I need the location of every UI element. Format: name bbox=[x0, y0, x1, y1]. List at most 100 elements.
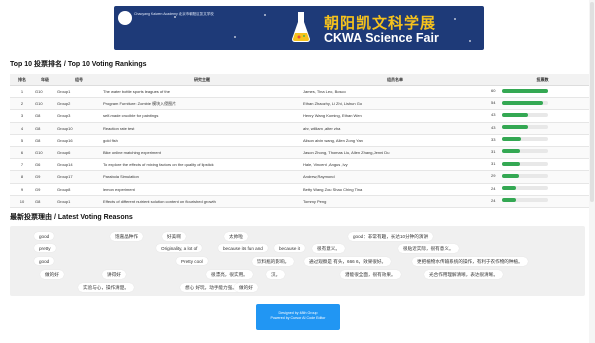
reason-tag: good bbox=[34, 257, 55, 265]
reason-tag: 实验与心，操作清楚。 bbox=[78, 283, 134, 292]
vote-bar-track bbox=[502, 198, 548, 203]
vote-bar-track bbox=[502, 173, 548, 178]
reason-tag: 做的好 bbox=[40, 270, 64, 279]
cell-grade: G8 bbox=[34, 134, 56, 147]
reason-tag: Pretty cool bbox=[176, 257, 208, 265]
cell-topic: Effects of different nutrient solution c… bbox=[102, 195, 302, 208]
reason-tag: 想心 好玩，动手能力强。 bbox=[180, 283, 242, 292]
table-row: 2 G10 Group2 Program Furniture: Zombie 模块入侵… bbox=[10, 97, 595, 111]
cell-grade: G6 bbox=[34, 158, 56, 172]
cell-rank: 8 bbox=[10, 170, 34, 184]
reason-tag: 光合作用理解清晰，表达很清晰。 bbox=[424, 270, 503, 279]
vote-bar-track bbox=[502, 186, 548, 190]
cell-members: ahr, william ,alter zha bbox=[302, 122, 488, 135]
cell-group: Group8 bbox=[56, 183, 102, 196]
cell-rank: 1 bbox=[10, 85, 34, 99]
cell-grade: G9 bbox=[34, 183, 56, 196]
cell-group: Group2 bbox=[56, 97, 102, 111]
cell-votes: 43 bbox=[488, 109, 595, 123]
table-row: 3 G8 Group3 self-made crucible for painting… bbox=[10, 109, 595, 123]
header-topic: 研究主题 bbox=[102, 74, 302, 86]
header-rank: 排名 bbox=[10, 74, 34, 86]
cell-group: Group14 bbox=[56, 158, 102, 172]
cell-grade: G8 bbox=[34, 195, 56, 208]
reason-tag: 讲得好 bbox=[102, 270, 126, 279]
vote-bar-fill bbox=[502, 186, 516, 190]
vote-count: 43 bbox=[491, 124, 496, 130]
cell-group: Group16 bbox=[56, 134, 102, 147]
vote-count: 24 bbox=[491, 197, 496, 203]
reason-tag: good：非常有趣，长达10分钟的演讲 bbox=[348, 232, 434, 241]
reason-tag: pretty bbox=[34, 244, 56, 252]
vote-bar-fill bbox=[502, 88, 548, 93]
cell-grade: G9 bbox=[34, 170, 56, 184]
cell-topic: The water bottle sports leagues of the bbox=[102, 85, 302, 99]
cell-grade: G8 bbox=[34, 109, 56, 123]
cell-members: Alison alvin wang, Allen Zong Yan bbox=[302, 134, 488, 147]
table-row: 6 G10 Group6 Bike online matching experimen… bbox=[10, 146, 595, 160]
reason-tag: because its fun and bbox=[218, 244, 268, 252]
reason-tag: 通过观察是 有头，666 6，效果很好。 bbox=[304, 257, 392, 266]
vote-bar-fill bbox=[502, 125, 528, 130]
reason-tag: 更把植物水传输系统的操作，有利于农作物的种植。 bbox=[412, 257, 528, 266]
cell-group: Group3 bbox=[56, 109, 102, 123]
cell-topic: Program Furniture: Zombie 模块入侵图片 bbox=[102, 97, 302, 111]
vote-count: 43 bbox=[491, 112, 496, 118]
cell-group: Group1 bbox=[56, 195, 102, 208]
table-row: 5 G8 Group16 gold fish Alison alvin wang, Al… bbox=[10, 134, 595, 147]
cell-votes: 31 bbox=[488, 158, 595, 172]
cell-topic: Bike online matching experiment bbox=[102, 146, 302, 160]
scrollbar-thumb[interactable] bbox=[590, 2, 594, 202]
vote-count: 31 bbox=[491, 161, 496, 167]
reason-tag: 饮料瓶的影响。 bbox=[252, 257, 295, 266]
vote-count: 54 bbox=[491, 100, 496, 106]
banner: Chaoyang Kaiwen Academy 北京市朝阳区凯文学校 朝阳凯文科… bbox=[114, 6, 484, 50]
cell-rank: 7 bbox=[10, 158, 34, 172]
vote-bar-fill bbox=[502, 161, 521, 166]
vote-count: 24 bbox=[491, 185, 496, 191]
table-header-row: 排名 年级 组号 研究主题 组员名单 投票数 bbox=[10, 74, 595, 86]
cell-members: Hale, Vincent ,Angus ,Ivy bbox=[302, 158, 488, 172]
cell-topic: self-made crucible for paintings bbox=[102, 109, 302, 123]
vote-bar-fill bbox=[502, 198, 516, 203]
cell-grade: G8 bbox=[34, 122, 56, 135]
cell-topic: To explore the effects of mixing factors… bbox=[102, 158, 302, 172]
rankings-table: 排名 年级 组号 研究主题 组员名单 投票数 1 G10 Group1 The wat… bbox=[10, 74, 595, 208]
vote-bar-track bbox=[502, 161, 548, 166]
star-decoration bbox=[469, 40, 471, 42]
reason-tag: 很有意义。 bbox=[312, 244, 345, 253]
reason-tag: 做的好 bbox=[234, 283, 258, 292]
table-row: 8 G9 Group17 Parabola Simulation Andrew,Raym… bbox=[10, 170, 595, 184]
cell-votes: 33 bbox=[488, 134, 595, 147]
header-group: 组号 bbox=[56, 74, 102, 86]
cell-members: Henry Wang Koming, Ethan Wen bbox=[302, 109, 488, 123]
vote-bar-fill bbox=[502, 100, 544, 105]
reason-tag: 很漂亮，很实用。 bbox=[206, 270, 253, 279]
vote-bar-fill bbox=[502, 173, 520, 178]
cell-votes: 60 bbox=[488, 85, 595, 99]
vote-count: 60 bbox=[491, 88, 496, 93]
school-name: Chaoyang Kaiwen Academy 北京市朝阳区凯文学校 bbox=[134, 12, 214, 16]
reason-tag: 好美啊 bbox=[162, 232, 186, 241]
cell-rank: 9 bbox=[10, 183, 34, 196]
cell-members: James, Tina Leo, Bosco bbox=[302, 85, 488, 99]
reason-tag: 很贴近实际，很有意义。 bbox=[398, 244, 459, 253]
star-decoration bbox=[264, 14, 266, 16]
cell-group: Group6 bbox=[56, 146, 102, 160]
reason-tag: 汉。 bbox=[266, 270, 286, 279]
cell-rank: 4 bbox=[10, 122, 34, 135]
table-row: 10 G8 Group1 Effects of different nutrient … bbox=[10, 195, 595, 208]
cell-members: Andrew,Raymond bbox=[302, 170, 488, 184]
cell-group: Group10 bbox=[56, 122, 102, 135]
reason-tag: Originality, a lot of bbox=[156, 244, 203, 252]
reasons-panel: good 饱嘉晶种作 好美啊 太帅啦 good：非常有趣，长达10分钟的演讲 pretty… bbox=[10, 226, 585, 296]
table-row: 4 G8 Group10 Reaction rate test ahr, william… bbox=[10, 122, 595, 135]
table-row: 7 G6 Group14 To explore the effects of mixi… bbox=[10, 158, 595, 172]
vote-bar-track bbox=[502, 149, 548, 154]
vote-count: 29 bbox=[491, 173, 496, 179]
vote-count: 33 bbox=[491, 136, 496, 142]
cell-group: Group1 bbox=[56, 85, 102, 99]
banner-title-en: CKWA Science Fair bbox=[324, 31, 439, 45]
cell-votes: 31 bbox=[488, 146, 595, 160]
star-decoration bbox=[174, 16, 176, 18]
